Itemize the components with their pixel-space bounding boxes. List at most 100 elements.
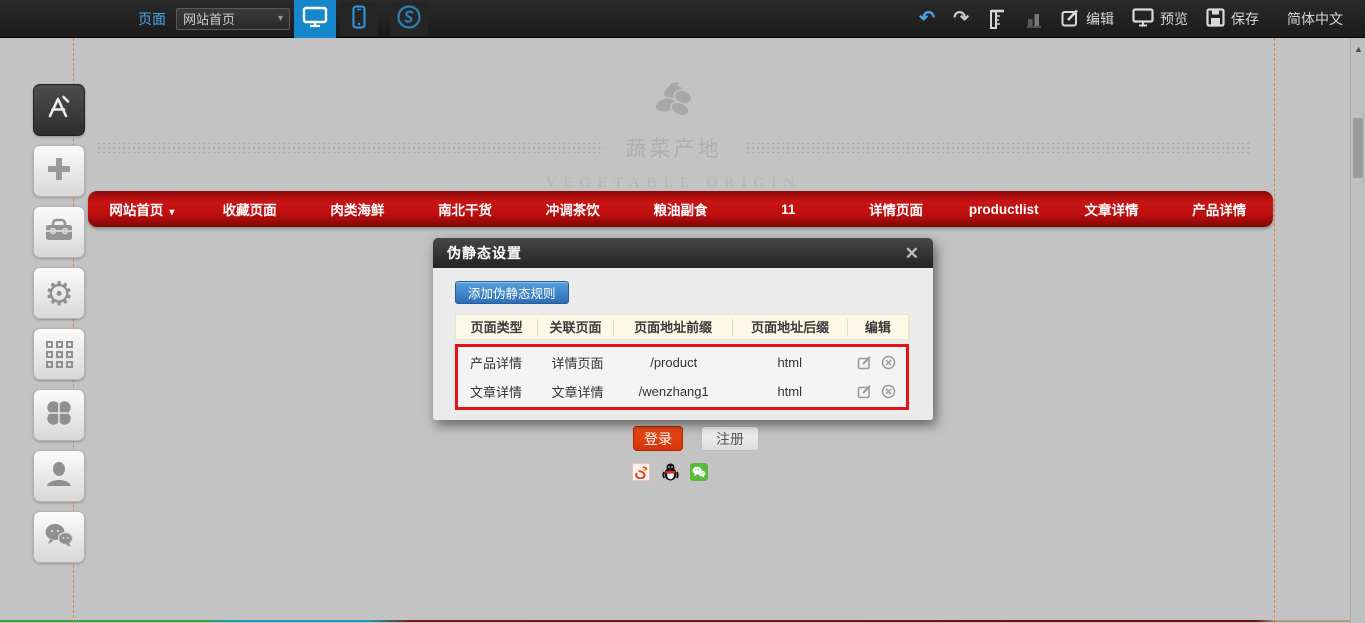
table-header-cell: 页面类型	[456, 319, 538, 336]
delete-circle-icon[interactable]	[881, 384, 896, 399]
sidebar-modules-button[interactable]	[33, 389, 85, 441]
preview-monitor-icon	[1132, 8, 1154, 30]
nav-item[interactable]: 粮油副食	[627, 199, 735, 219]
add-rule-button[interactable]: 添加伪静态规则	[455, 281, 569, 304]
edit-pencil-icon[interactable]	[857, 384, 872, 399]
table-header-cell: 关联页面	[538, 319, 613, 336]
table-header-cell: 页面地址前缀	[614, 319, 734, 336]
nav-grid-icon	[46, 341, 73, 368]
nav-item[interactable]: 网站首页▾	[88, 199, 196, 219]
ruler-icon[interactable]	[987, 8, 1007, 30]
preview-button[interactable]: 预览	[1132, 8, 1188, 30]
scrollbar-thumb[interactable]	[1353, 118, 1363, 178]
site-logo-title: 蔬菜产地	[626, 133, 722, 163]
nav-item[interactable]: 产品详情	[1165, 199, 1273, 219]
modal-title: 伪静态设置	[447, 243, 522, 263]
page-select-value: 网站首页	[183, 9, 278, 28]
mobile-view-button[interactable]	[340, 2, 378, 36]
pseudo-static-modal: 伪静态设置 ✕ 添加伪静态规则 页面类型关联页面页面地址前缀页面地址后缀编辑 产…	[433, 238, 933, 420]
nav-item[interactable]: 南北干货	[411, 199, 519, 219]
edit-label: 编辑	[1086, 9, 1114, 29]
rule-table-header: 页面类型关联页面页面地址前缀页面地址后缀编辑	[455, 314, 909, 340]
cell-page-type: 产品详情	[458, 353, 540, 372]
language-switch[interactable]: 简体中文	[1287, 9, 1343, 29]
cell-linked-page: 文章详情	[540, 382, 615, 401]
modules-clover-icon	[44, 398, 74, 433]
scroll-up-icon[interactable]: ▲	[1351, 42, 1365, 56]
site-logo-subtitle: VEGETABLE ORIGIN	[73, 175, 1274, 192]
stats-icon[interactable]	[1025, 9, 1043, 29]
rule-table: 页面类型关联页面页面地址前缀页面地址后缀编辑 产品详情 详情页面 /produc…	[455, 314, 909, 410]
settings-gear-icon: ⚙	[44, 277, 74, 310]
modal-body: 添加伪静态规则 页面类型关联页面页面地址前缀页面地址后缀编辑 产品详情 详情页面…	[433, 268, 933, 420]
mobile-icon	[351, 5, 367, 32]
wechat-icon[interactable]	[690, 463, 708, 481]
vegetable-logo-icon	[649, 80, 699, 129]
nav-item[interactable]: 收藏页面	[196, 199, 304, 219]
member-user-icon	[44, 459, 74, 494]
right-guide-line	[1274, 38, 1275, 623]
decor-dots-right	[744, 143, 1253, 153]
save-floppy-icon	[1206, 8, 1225, 30]
register-button[interactable]: 注册	[701, 426, 759, 451]
chevron-down-icon: ▾	[169, 207, 174, 218]
nav-item[interactable]: 冲调茶饮	[519, 199, 627, 219]
nav-item[interactable]: 详情页面	[842, 199, 950, 219]
cell-actions	[846, 355, 906, 370]
undo-icon[interactable]: ↶	[919, 7, 935, 30]
cell-suffix: html	[733, 355, 846, 370]
sidebar-member-button[interactable]	[33, 450, 85, 502]
decor-dots-left	[95, 143, 604, 153]
table-row: 文章详情 文章详情 /wenzhang1 html	[458, 377, 906, 406]
weibo-icon[interactable]	[632, 463, 650, 481]
page-label: 页面	[138, 9, 166, 29]
table-header-cell: 页面地址后缀	[733, 319, 847, 336]
save-label: 保存	[1231, 9, 1259, 29]
edit-button[interactable]: 编辑	[1061, 8, 1114, 30]
toolbox-icon	[43, 216, 75, 249]
nav-item[interactable]: productlist	[950, 202, 1058, 217]
app-market-icon	[44, 93, 74, 128]
sidebar-navigation-button[interactable]	[33, 328, 85, 380]
main-nav: 网站首页▾收藏页面肉类海鲜南北干货冲调茶饮粮油副食11详情页面productli…	[88, 191, 1273, 227]
close-icon[interactable]: ✕	[905, 245, 919, 262]
login-button[interactable]: 登录	[633, 426, 683, 451]
sidebar-toolbox-button[interactable]	[33, 206, 85, 258]
sidebar-app-market-button[interactable]	[33, 84, 85, 136]
login-row: 登录 注册	[633, 426, 759, 451]
preview-label: 预览	[1160, 9, 1188, 29]
redo-icon[interactable]: ↷	[953, 7, 969, 30]
effects-button[interactable]	[390, 2, 428, 36]
desktop-view-button[interactable]	[294, 0, 336, 38]
edit-pencil-icon	[1061, 8, 1080, 30]
save-button[interactable]: 保存	[1206, 8, 1259, 30]
delete-circle-icon[interactable]	[881, 355, 896, 370]
social-row	[632, 463, 708, 481]
toolbar-left: 页面 网站首页 ▾	[0, 0, 428, 37]
page-select-dropdown[interactable]: 网站首页 ▾	[176, 8, 290, 30]
nav-item[interactable]: 11	[734, 202, 842, 217]
nav-item[interactable]: 文章详情	[1058, 199, 1166, 219]
nav-item[interactable]: 肉类海鲜	[303, 199, 411, 219]
desktop-icon	[302, 6, 328, 31]
editor-sidebar: ⚙	[33, 84, 85, 572]
editor-stage: 页面 网站首页 ▾ ↶ ↷	[0, 0, 1365, 623]
cell-actions	[846, 384, 906, 399]
wechat-icon	[43, 521, 75, 554]
modal-title-bar[interactable]: 伪静态设置 ✕	[433, 238, 933, 268]
edit-pencil-icon[interactable]	[857, 355, 872, 370]
vertical-scrollbar[interactable]: ▲	[1350, 38, 1365, 623]
cell-suffix: html	[733, 384, 846, 399]
effects-circle-icon	[396, 4, 422, 33]
table-row: 产品详情 详情页面 /product html	[458, 348, 906, 377]
chevron-down-icon: ▾	[278, 13, 283, 24]
add-plus-icon	[45, 155, 73, 188]
table-header-cell: 编辑	[848, 319, 908, 336]
cell-page-type: 文章详情	[458, 382, 540, 401]
sidebar-settings-button[interactable]: ⚙	[33, 267, 85, 319]
qq-icon[interactable]	[661, 463, 679, 481]
sidebar-add-button[interactable]	[33, 145, 85, 197]
sidebar-wechat-button[interactable]	[33, 511, 85, 563]
toolbar-right: ↶ ↷ 编辑 预览	[919, 7, 1365, 30]
rule-table-rows-highlight: 产品详情 详情页面 /product html 文章详情 文章详情 /wenzh…	[455, 344, 909, 410]
